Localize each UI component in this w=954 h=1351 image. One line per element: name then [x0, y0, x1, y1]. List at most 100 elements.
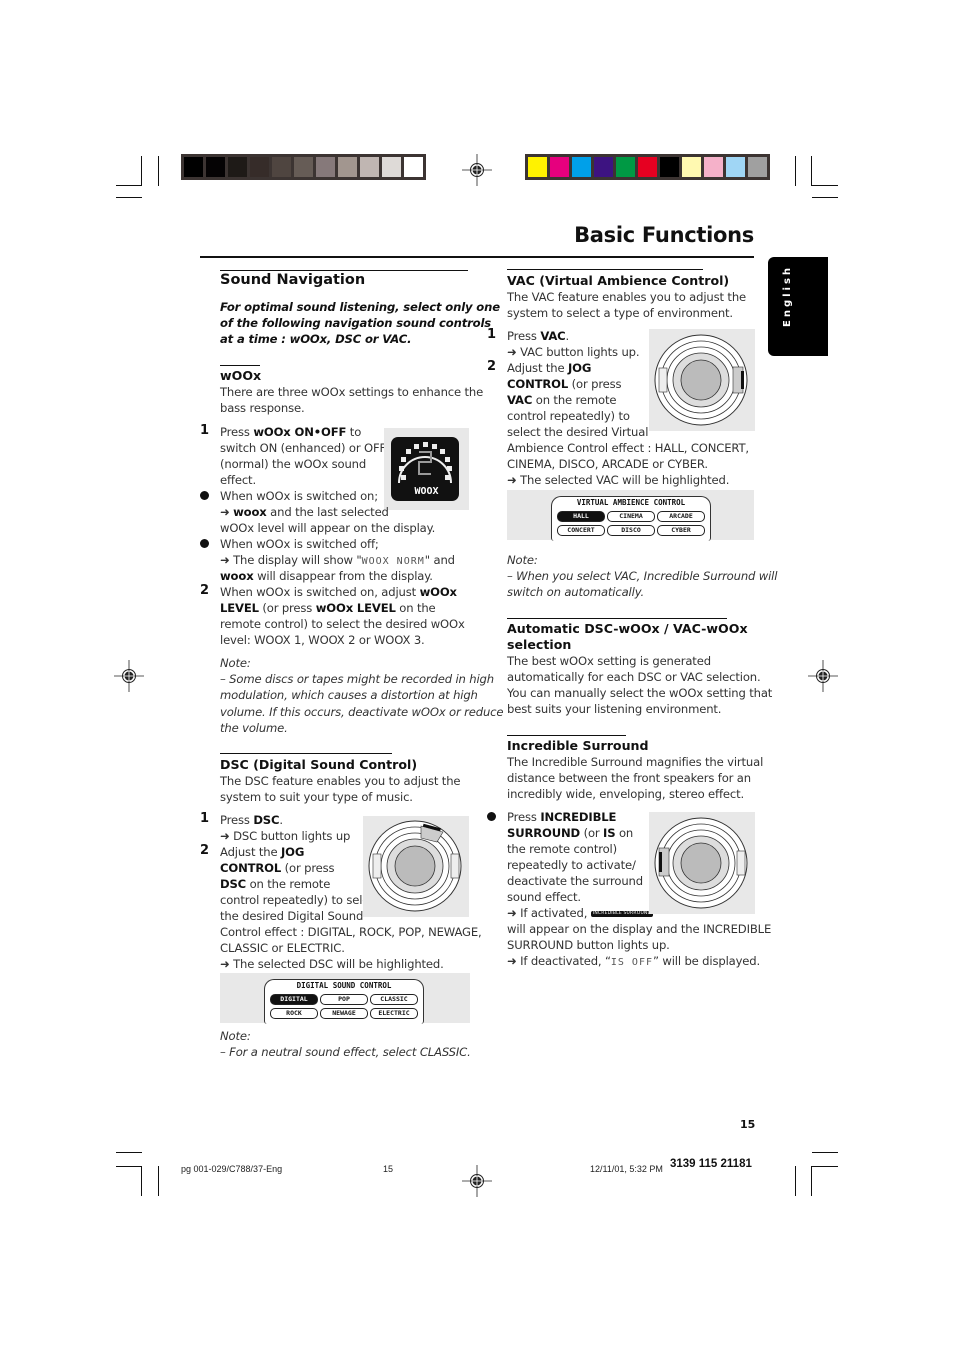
crop-mark: [812, 185, 838, 186]
subsection-rule: [220, 365, 260, 366]
text: (or press: [258, 601, 316, 615]
step-number: 1: [200, 811, 210, 826]
woox-display-icon: [391, 437, 459, 501]
vac-option-concert: CONCERT: [557, 525, 605, 536]
woox-note-line: volume. If this occurs, deactivate wOOx …: [220, 705, 504, 719]
crop-mark: [812, 197, 838, 198]
process-color-swatch: [682, 157, 701, 177]
text: Press: [507, 810, 541, 824]
vac-option-cinema: CINEMA: [607, 511, 655, 522]
dsc-option-pop: POP: [320, 994, 368, 1005]
vac-jog-control-image: [649, 329, 755, 431]
footer-file: pg 001-029/C788/37-Eng: [181, 1164, 283, 1174]
vac-step2-line1: Adjust the JOG: [507, 360, 591, 376]
crop-mark: [795, 1166, 796, 1196]
vac-heading: VAC (Virtual Ambience Control): [507, 273, 730, 288]
step-number: 2: [487, 359, 497, 374]
vac-step2-line4: control repeatedly) to: [507, 409, 630, 423]
dsc-option-rock: ROCK: [270, 1008, 318, 1019]
dsc-step2-line1: Adjust the JOG: [220, 844, 304, 860]
lcd-text: IS OFF: [610, 957, 653, 968]
woox-bullet1-line1: When wOOx is switched on;: [220, 489, 378, 503]
dsc-step2-line3: DSC on the remote: [220, 876, 330, 892]
woox-step2-line1: When wOOx is switched on, adjust wOOx: [220, 584, 457, 600]
is-bullet-line4: repeatedly to activate/: [507, 858, 636, 872]
crop-mark: [141, 1166, 142, 1196]
text: When wOOx is switched on, adjust: [220, 585, 420, 599]
note-label: Note:: [507, 553, 538, 567]
vac-step2-result: ➜ The selected VAC will be highlighted.: [507, 473, 730, 487]
button-name: JOG: [568, 361, 592, 375]
title-rule: [200, 256, 754, 258]
note-label: Note:: [220, 656, 251, 670]
button-name: wOOx ON•OFF: [253, 425, 347, 439]
jog-control-icon: [654, 334, 748, 426]
woox-bullet1-line3: wOOx level will appear on the display.: [220, 521, 436, 535]
vac-step2-line5: select the desired Virtual: [507, 425, 649, 439]
is-bullet-line3: the remote control): [507, 842, 617, 856]
text: will disappear from the display.: [253, 569, 433, 583]
text: (or press: [281, 861, 335, 875]
dsc-step2-line5: the desired Digital Sound: [220, 909, 364, 923]
grayscale-swatch: [272, 157, 291, 177]
process-color-swatch: [726, 157, 745, 177]
vac-desc: system to select a type of environment.: [507, 306, 733, 320]
vac-note-line: – When you select VAC, Incredible Surrou…: [507, 569, 778, 583]
vac-step2-line2: CONTROL (or press: [507, 376, 622, 392]
button-name: DSC: [220, 877, 247, 891]
is-bullet-line6: sound effect.: [507, 890, 581, 904]
button-name: wOOx: [419, 585, 457, 599]
vac-option-disco: DISCO: [607, 525, 655, 536]
note-label: Note:: [220, 1029, 251, 1043]
woox-step2-line4: level: WOOX 1, WOOX 2 or WOOX 3.: [220, 633, 425, 647]
woox-desc: There are three wOOx settings to enhance…: [220, 385, 484, 399]
bullet-icon: [487, 812, 496, 821]
woox-step1-line: switch ON (enhanced) or OFF: [220, 441, 387, 455]
section-rule: [507, 269, 703, 270]
vac-step1-result: ➜ VAC button lights up.: [507, 345, 640, 359]
process-color-swatch: [638, 157, 657, 177]
is-bullet-line7: ➜ If activated, INCREDIBLE SURROUND: [507, 905, 654, 921]
grayscale-swatch: [184, 157, 203, 177]
vac-option-cyber: CYBER: [657, 525, 705, 536]
registration-mark-icon: [114, 660, 144, 692]
text: ➜ The display will show ": [220, 553, 362, 567]
process-color-swatch: [550, 157, 569, 177]
vac-display-panel-image: VIRTUAL AMBIENCE CONTROL HALL CINEMA ARCAD…: [507, 490, 754, 541]
step-number: 1: [487, 327, 497, 342]
footer-code: 3139 115 21181: [670, 1158, 752, 1170]
process-color-swatch: [572, 157, 591, 177]
crop-mark: [141, 156, 142, 186]
auto-selection-heading: selection: [507, 637, 572, 652]
dsc-option-classic: CLASSIC: [370, 994, 418, 1005]
grayscale-swatch: [228, 157, 247, 177]
text: Adjust the: [507, 361, 568, 375]
button-name: CONTROL: [507, 377, 569, 391]
vac-lcd-panel: VIRTUAL AMBIENCE CONTROL HALL CINEMA ARCAD…: [551, 496, 711, 541]
vac-note-line: switch on automatically.: [507, 585, 645, 599]
incredible-surround-heading: Incredible Surround: [507, 738, 649, 753]
text: Press: [220, 813, 254, 827]
text: Adjust the: [220, 845, 281, 859]
is-bullet-line1: Press INCREDIBLE: [507, 809, 616, 825]
crop-mark: [811, 156, 812, 186]
grayscale-swatch: [206, 157, 225, 177]
process-color-swatch: [704, 157, 723, 177]
intro-line: of the following navigation sound contro…: [220, 316, 492, 330]
process-color-swatch: [616, 157, 635, 177]
dsc-step1-result: ➜ DSC button lights up: [220, 829, 351, 843]
auto-selection-desc: best suits your listening environment.: [507, 702, 722, 716]
vac-step2-line7: CINEMA, DISCO, ARCADE or CYBER.: [507, 457, 708, 471]
woox-step1: Press wOOx ON•OFF to: [220, 424, 361, 440]
dsc-option-digital: DIGITAL: [270, 994, 318, 1005]
text: on the remote: [246, 877, 331, 891]
grayscale-swatch: [404, 157, 423, 177]
section-rule: [220, 753, 392, 754]
process-color-swatch: [748, 157, 767, 177]
is-bullet-line2: SURROUND (or IS on: [507, 825, 633, 841]
grayscale-swatch: [360, 157, 379, 177]
intro-line: at a time : wOOx, DSC or VAC.: [220, 332, 412, 346]
woox-bullet2-line1: When wOOx is switched off;: [220, 537, 379, 551]
crop-mark: [158, 156, 159, 186]
woox-note-line: the volume.: [220, 721, 288, 735]
